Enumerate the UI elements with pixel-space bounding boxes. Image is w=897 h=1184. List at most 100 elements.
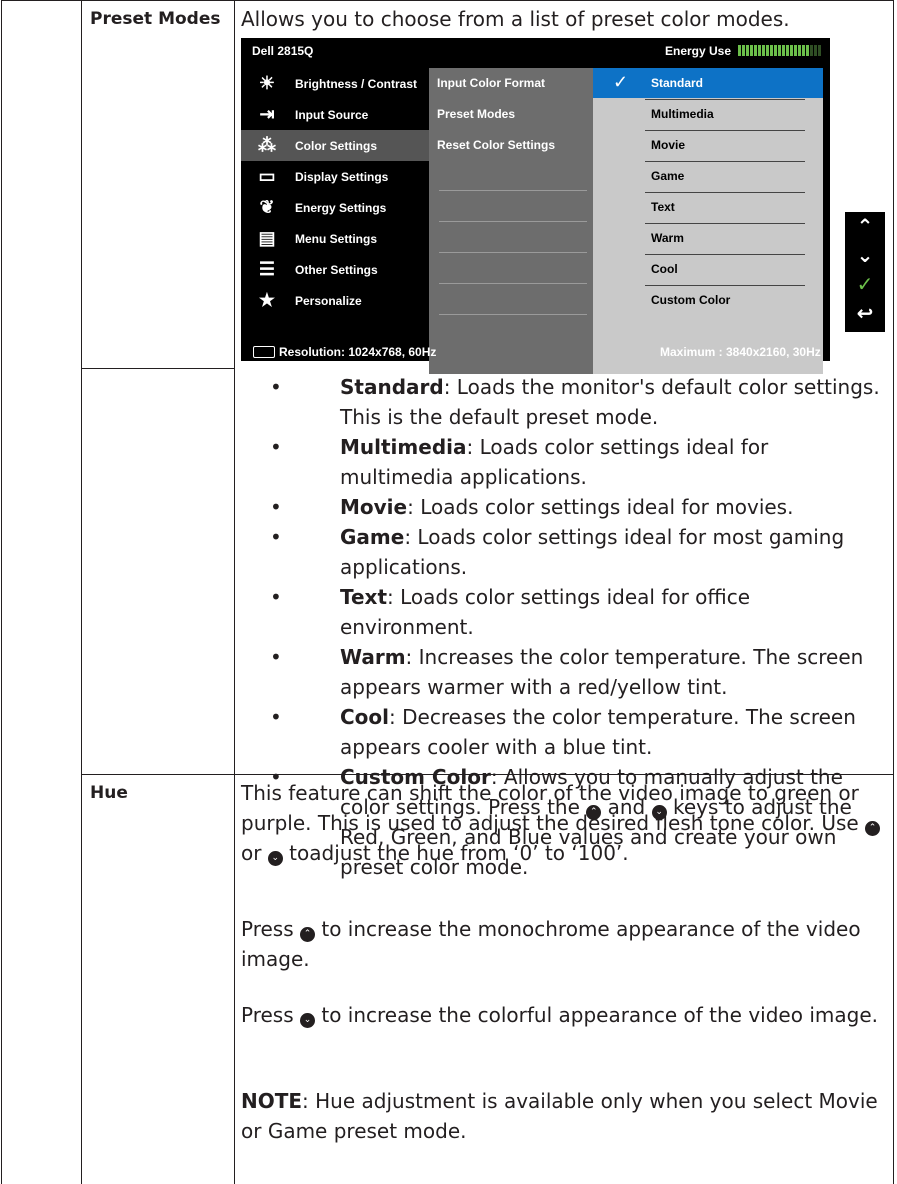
preset-mode-standard[interactable]: Standard	[651, 76, 703, 90]
down-key-icon: ⌄	[267, 851, 283, 866]
hue-p2-text: to increase the monochrome appearance of…	[241, 917, 861, 971]
color-settings-icon: ⁂	[258, 135, 276, 155]
bullet-item: Text: Loads color settings ideal for off…	[270, 582, 885, 642]
bullet-item: Game: Loads color settings ideal for mos…	[270, 522, 885, 582]
submenu-separator	[439, 221, 587, 222]
hue-or-text: or	[241, 841, 268, 865]
menu-item-menu-settings[interactable]: ▤ Menu Settings	[241, 223, 429, 254]
energy-bar-segment	[758, 45, 761, 56]
preset-modes-intro: Allows you to choose from a list of pres…	[241, 7, 790, 31]
energy-bar-segment	[766, 45, 769, 56]
submenu-item[interactable]: Reset Color Settings	[437, 138, 555, 152]
energy-bar-segment	[818, 45, 821, 56]
energy-bar-segment	[778, 45, 781, 56]
energy-bar-segment	[806, 45, 809, 56]
input-source-icon: ⇥	[259, 104, 275, 124]
mode-separator	[645, 223, 805, 224]
bullet-term: Standard	[340, 375, 444, 399]
preset-mode-cool[interactable]: Cool	[651, 262, 678, 276]
energy-bar-segment	[794, 45, 797, 56]
hue-paragraph-2: Press ⌃ to increase the monochrome appea…	[241, 914, 889, 974]
personalize-icon: ★	[258, 290, 276, 310]
energy-use-meter	[738, 45, 823, 56]
preset-modes-label: Preset Modes	[90, 9, 221, 29]
menu-item-label: Energy Settings	[295, 200, 387, 215]
preset-mode-warm[interactable]: Warm	[651, 231, 684, 245]
bullet-term: Movie	[340, 495, 408, 519]
hue-p1-text-a: This feature can shift the color of the …	[241, 781, 866, 835]
hue-p3-text: to increase the colorful appearance of t…	[315, 1003, 878, 1027]
preset-mode-custom-color[interactable]: Custom Color	[651, 293, 730, 307]
menu-item-color-settings[interactable]: ⁂ Color Settings	[241, 130, 429, 161]
menu-item-input-source[interactable]: ⇥ Input Source	[241, 99, 429, 130]
display-settings-icon: ▭	[258, 166, 276, 186]
hue-paragraph-1: This feature can shift the color of the …	[241, 778, 889, 868]
bullet-text: : Loads color settings ideal for movies.	[407, 495, 794, 519]
submenu-separator	[439, 314, 587, 315]
table-left-border	[1, 0, 2, 1184]
hue-label: Hue	[90, 783, 128, 803]
up-icon[interactable]: ⌃	[845, 214, 885, 238]
note-label: NOTE	[241, 1089, 303, 1113]
bullet-term: Warm	[340, 645, 406, 669]
down-icon[interactable]: ⌄	[845, 243, 885, 267]
energy-bar-segment	[774, 45, 777, 56]
bullet-term: Text	[340, 585, 388, 609]
energy-bar-segment	[786, 45, 789, 56]
energy-bar-segment	[798, 45, 801, 56]
energy-bar-segment	[770, 45, 773, 56]
table-top-border	[1, 0, 894, 1]
back-icon[interactable]: ↩	[845, 301, 885, 325]
bullet-term: Cool	[340, 705, 390, 729]
energy-bar-segment	[810, 45, 813, 56]
preset-mode-text[interactable]: Text	[651, 200, 675, 214]
bullet-item: Movie: Loads color settings ideal for mo…	[270, 492, 885, 522]
preset-mode-movie[interactable]: Movie	[651, 138, 685, 152]
mode-separator	[645, 254, 805, 255]
energy-use-label: Energy Use	[665, 44, 732, 58]
menu-item-display-settings[interactable]: ▭ Display Settings	[241, 161, 429, 192]
energy-bar-segment	[790, 45, 793, 56]
energy-bar-segment	[762, 45, 765, 56]
preset-mode-game[interactable]: Game	[651, 169, 684, 183]
submenu-separator	[439, 252, 587, 253]
energy-bar-segment	[746, 45, 749, 56]
bullet-item: Standard: Loads the monitor's default co…	[270, 372, 885, 432]
menu-item-personalize[interactable]: ★ Personalize	[241, 285, 429, 316]
current-resolution: Resolution: 1024x768, 60Hz	[279, 345, 437, 359]
energy-settings-icon: ❦	[259, 197, 275, 217]
bullet-term: Multimedia	[340, 435, 467, 459]
hue-p1-text-b: toadjust the hue from ‘0’ to ‘100’.	[282, 841, 629, 865]
mode-separator	[645, 285, 805, 286]
table-right-border	[893, 0, 894, 1184]
bullet-term: Game	[340, 525, 405, 549]
menu-item-brightness-contrast[interactable]: ☀ Brightness / Contrast	[241, 68, 429, 99]
ok-icon[interactable]: ✓	[845, 272, 885, 296]
energy-bar-segment	[782, 45, 785, 56]
menu-item-label: Personalize	[295, 293, 362, 308]
mode-separator	[645, 130, 805, 131]
preset-mode-multimedia[interactable]: Multimedia	[651, 107, 714, 121]
bullet-text: : Loads color settings ideal for most ga…	[340, 525, 845, 579]
energy-bar-segment	[738, 45, 741, 56]
bullet-item: Cool: Decreases the color temperature. T…	[270, 702, 885, 762]
energy-bar-segment	[802, 45, 805, 56]
submenu-separator	[439, 283, 587, 284]
check-icon: ✓	[613, 72, 629, 92]
note-text: : Hue adjustment is available only when …	[241, 1089, 878, 1143]
hue-press-text: Press	[241, 917, 300, 941]
mode-separator	[645, 99, 805, 100]
up-key-icon: ⌃	[865, 821, 881, 836]
submenu-item[interactable]: Preset Modes	[437, 107, 515, 121]
submenu-item[interactable]: Input Color Format	[437, 76, 545, 90]
energy-bar-segment	[742, 45, 745, 56]
up-key-icon: ⌃	[300, 927, 315, 942]
menu-item-label: Color Settings	[295, 138, 378, 153]
energy-bar-segment	[814, 45, 817, 56]
menu-item-energy-settings[interactable]: ❦ Energy Settings	[241, 192, 429, 223]
bullet-text: : Decreases the color temperature. The s…	[340, 705, 856, 759]
menu-item-other-settings[interactable]: ☰ Other Settings	[241, 254, 429, 285]
maximum-resolution: Maximum : 3840x2160, 30Hz	[660, 345, 821, 359]
menu-item-label: Display Settings	[295, 169, 389, 184]
menu-item-label: Brightness / Contrast	[295, 76, 418, 91]
